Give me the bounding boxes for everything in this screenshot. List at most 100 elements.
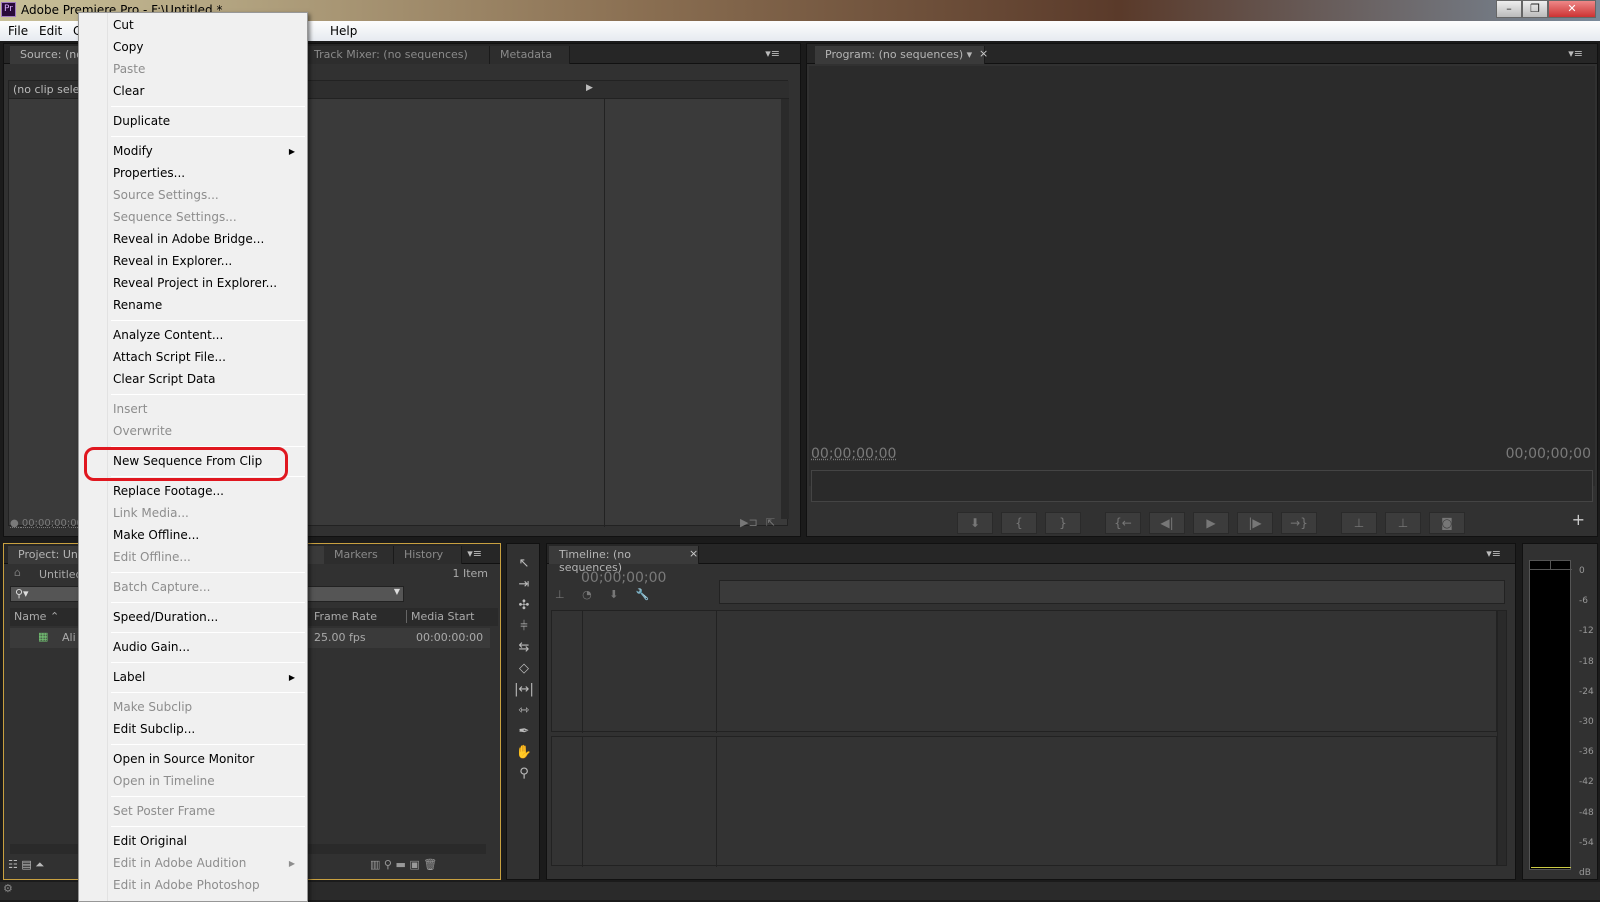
menu-item-cut[interactable]: Cut [81, 15, 305, 36]
program-time-ruler[interactable] [811, 470, 1593, 502]
program-tab-label: Program: (no sequences) [825, 48, 964, 61]
search-icon: ⚲▾ [15, 587, 29, 600]
program-duration-timecode: 00;00;00;00 [1505, 446, 1591, 462]
slide-tool-icon[interactable]: ⇿ [513, 703, 535, 721]
menu-item-reveal-in-explorer[interactable]: Reveal in Explorer... [81, 251, 305, 272]
track-select-tool-icon[interactable]: ⇥ [513, 577, 535, 595]
menu-separator [111, 602, 305, 603]
minimize-button[interactable]: – [1496, 0, 1522, 18]
menu-item-edit-in-adobe-audition: Edit in Adobe Audition ▶ [81, 853, 305, 874]
panel-menu-icon[interactable]: ▾≡ [1568, 47, 1583, 60]
folder-up-icon[interactable]: ⌂ [14, 566, 21, 579]
menu-help[interactable]: Help [330, 24, 357, 38]
play-icon[interactable]: ▶ [1193, 512, 1229, 534]
menu-item-clear-script-data[interactable]: Clear Script Data [81, 369, 305, 390]
menu-item-audio-gain[interactable]: Audio Gain... [81, 637, 305, 658]
menu-item-reveal-in-adobe-bridge[interactable]: Reveal in Adobe Bridge... [81, 229, 305, 250]
column-frame-rate[interactable]: Frame Rate [314, 610, 377, 623]
extract-icon[interactable]: ⊥ [1385, 512, 1421, 534]
menu-file[interactable]: File [8, 24, 28, 38]
menu-item-reveal-project-in-explorer[interactable]: Reveal Project in Explorer... [81, 273, 305, 294]
menu-item-properties[interactable]: Properties... [81, 163, 305, 184]
vertical-scrollbar[interactable] [781, 99, 789, 519]
source-timecode[interactable]: ● 00;00;00;00 [10, 518, 83, 529]
wrench-icon[interactable]: 🔧 [636, 588, 650, 601]
add-marker-icon[interactable]: ⬇ [609, 588, 618, 601]
menu-item-clear[interactable]: Clear [81, 81, 305, 102]
rate-stretch-tool-icon[interactable]: ⇆ [513, 640, 535, 658]
menu-edit[interactable]: Edit [39, 24, 62, 38]
meter-scale-label: -18 [1579, 656, 1594, 667]
marker-icon[interactable]: ⬇ [957, 512, 993, 534]
settings-icon[interactable]: ⚙ [0, 882, 13, 895]
new-item-icon[interactable]: ▣ [409, 858, 419, 871]
menu-item-label[interactable]: Label ▶ [81, 667, 305, 688]
menu-item-analyze-content[interactable]: Analyze Content... [81, 325, 305, 346]
column-media-start[interactable]: Media Start [406, 610, 474, 623]
find-icon[interactable]: ⚲ [384, 858, 392, 871]
ripple-edit-tool-icon[interactable]: ✣ [513, 598, 535, 616]
trash-icon[interactable]: 🗑 [423, 858, 437, 871]
panel-menu-icon[interactable]: ▾≡ [1486, 547, 1501, 560]
lift-icon[interactable]: ⊥ [1341, 512, 1377, 534]
export-frame-icon[interactable]: ◙ [1429, 512, 1465, 534]
tab-track-mixer[interactable]: Track Mixer: (no sequences) [304, 46, 490, 64]
menu-item-attach-script-file[interactable]: Attach Script File... [81, 347, 305, 368]
menu-item-edit-subclip[interactable]: Edit Subclip... [81, 719, 305, 740]
tab-timeline[interactable]: Timeline: (no sequences) [549, 546, 699, 574]
add-button-icon[interactable]: + [1572, 510, 1585, 529]
linked-selection-icon[interactable]: ◔ [582, 588, 592, 601]
maximize-button[interactable]: ❐ [1522, 0, 1548, 18]
menu-item-open-in-source-monitor[interactable]: Open in Source Monitor [81, 749, 305, 770]
close-tab-icon[interactable]: × [689, 547, 698, 560]
slip-tool-icon[interactable]: |↔| [513, 682, 535, 700]
timeline-ruler[interactable] [719, 580, 1505, 604]
expand-arrow-icon[interactable]: ▶ [586, 83, 593, 93]
zoom-tool-icon[interactable]: ⚲ [513, 766, 535, 784]
menu-item-sequence-settings: Sequence Settings... [81, 207, 305, 228]
hand-tool-icon[interactable]: ✋ [513, 745, 535, 763]
list-view-icon[interactable]: ☷ ▤ ⏶ [8, 858, 44, 872]
timeline-timecode[interactable]: 00;00;00;00 [581, 570, 666, 586]
menu-item-edit-original[interactable]: Edit Original [81, 831, 305, 852]
selection-tool-icon[interactable]: ↖ [513, 556, 535, 574]
automate-icon[interactable]: ▥ [370, 858, 380, 871]
meter-scale-label: dB [1579, 868, 1591, 878]
bin-name: Untitled [39, 568, 83, 581]
program-panel: Program: (no sequences) ▾ × ▾≡ 00;00;00;… [806, 43, 1598, 537]
tab-history[interactable]: History [394, 546, 462, 564]
tab-metadata[interactable]: Metadata [490, 46, 570, 64]
new-bin-icon[interactable]: ▬ [395, 858, 405, 871]
menu-item-modify[interactable]: Modify ▶ [81, 141, 305, 162]
dropdown-icon[interactable]: ▼ [394, 587, 400, 596]
snap-icon[interactable]: ⊥ [555, 588, 565, 601]
mark-in-icon[interactable]: { [1001, 512, 1037, 534]
timeline-scrollbar[interactable] [1497, 610, 1507, 866]
tab-program[interactable]: Program: (no sequences) ▾ [815, 46, 985, 64]
program-playhead-timecode[interactable]: 00;00;00;00 [811, 446, 896, 462]
step-forward-icon[interactable]: |▶ [1237, 512, 1273, 534]
column-name[interactable]: Name ⌃ [14, 610, 59, 623]
mark-out-icon[interactable]: } [1045, 512, 1081, 534]
close-tab-icon[interactable]: × [979, 47, 988, 60]
step-back-icon[interactable]: ◀| [1149, 512, 1185, 534]
go-to-out-icon[interactable]: →} [1281, 512, 1317, 534]
submenu-arrow-icon: ▶ [288, 859, 295, 868]
menu-item-label: Edit Original [113, 834, 188, 848]
menu-item-copy[interactable]: Copy [81, 37, 305, 58]
menu-item-make-offline[interactable]: Make Offline... [81, 525, 305, 546]
panel-menu-icon[interactable]: ▾≡ [467, 547, 482, 560]
go-to-in-icon[interactable]: {← [1105, 512, 1141, 534]
pen-tool-icon[interactable]: ✒ [513, 724, 535, 742]
apply-icon[interactable]: ▶⊐ [740, 516, 758, 529]
menu-item-replace-footage[interactable]: Replace Footage... [81, 481, 305, 502]
tab-markers[interactable]: Markers [324, 546, 394, 564]
rolling-edit-tool-icon[interactable]: ⫩ [513, 619, 535, 637]
menu-item-duplicate[interactable]: Duplicate [81, 111, 305, 132]
menu-item-rename[interactable]: Rename [81, 295, 305, 316]
export-icon[interactable]: ⇱ [766, 516, 775, 529]
close-button[interactable]: ✕ [1548, 0, 1596, 18]
panel-menu-icon[interactable]: ▾≡ [765, 47, 780, 60]
razor-tool-icon[interactable]: ◇ [513, 661, 535, 679]
menu-item-speed-duration[interactable]: Speed/Duration... [81, 607, 305, 628]
